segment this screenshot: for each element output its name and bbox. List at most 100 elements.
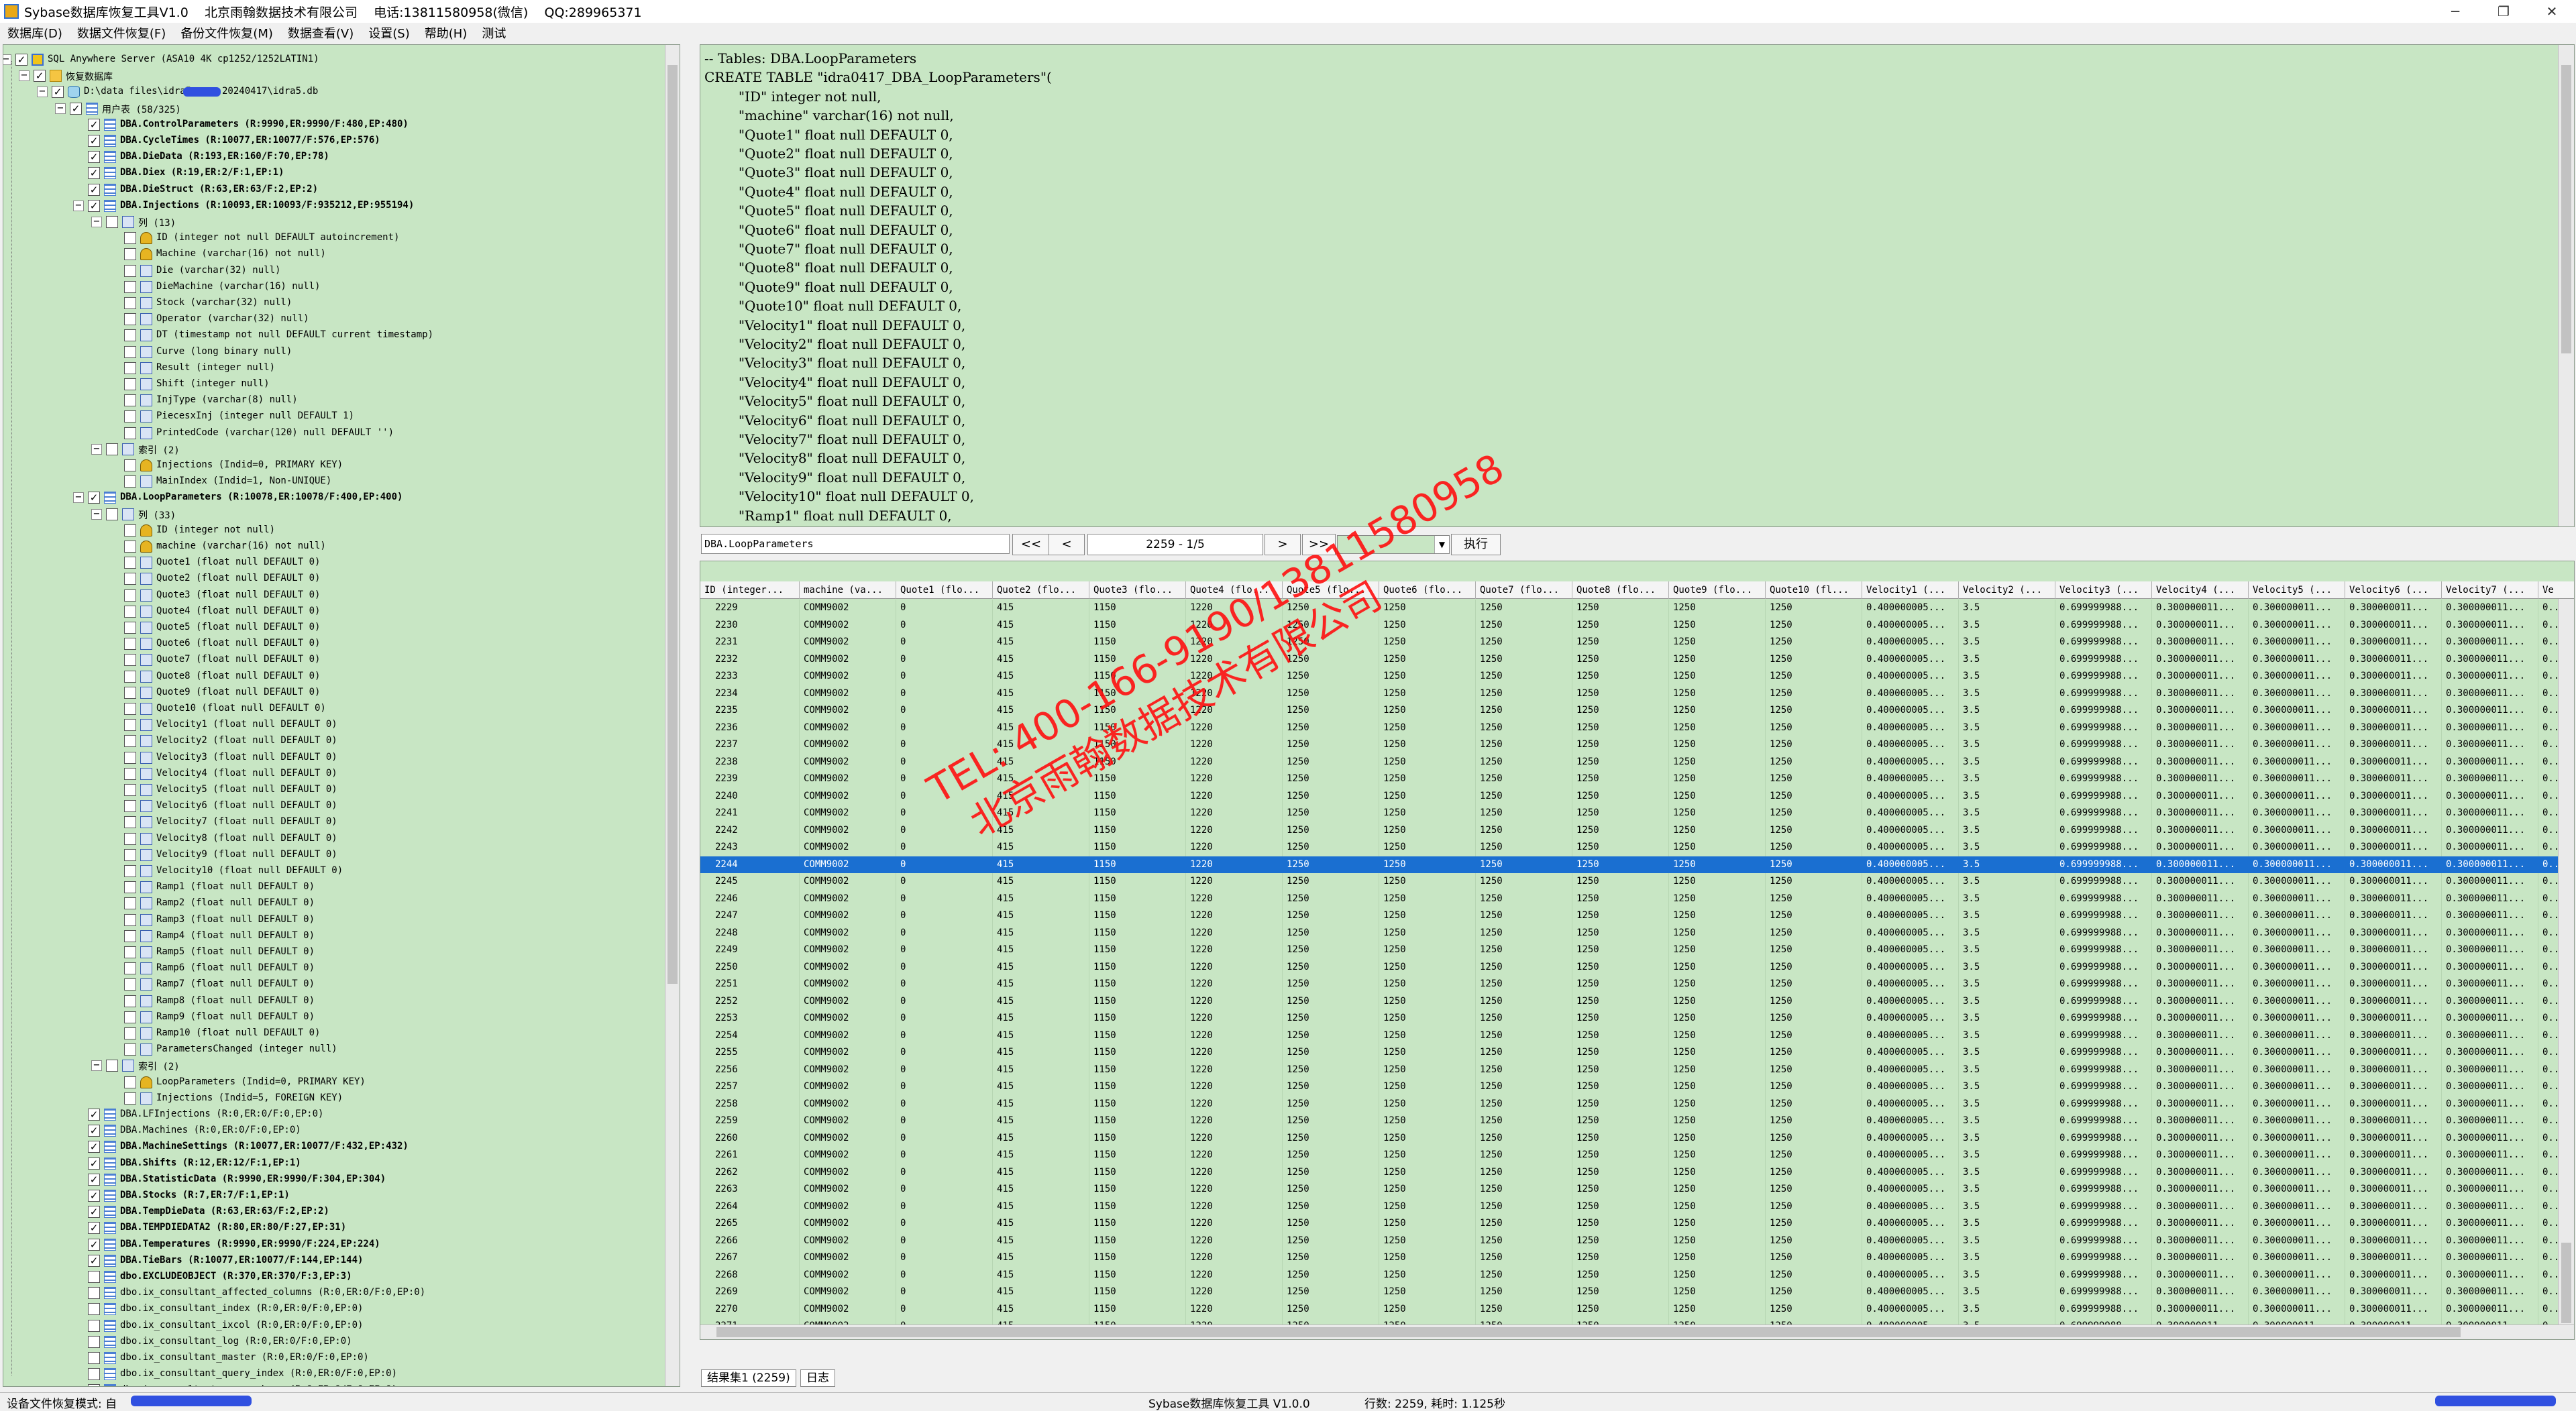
- checkbox[interactable]: [124, 946, 136, 958]
- checkbox[interactable]: [106, 443, 118, 455]
- table-row[interactable]: 2232 COMM9002 0 415 1150 1220 1250 1250 1250 1250…: [700, 651, 2574, 668]
- checkbox[interactable]: [124, 605, 136, 618]
- column-header[interactable]: Quote9 (flo...: [1669, 581, 1766, 599]
- column-header[interactable]: Quote6 (flo...: [1379, 581, 1476, 599]
- table-row[interactable]: 2231 COMM9002 0 415 1150 1220 1250 1250 1250 1250…: [700, 634, 2574, 651]
- prev-page-button[interactable]: <: [1049, 534, 1085, 555]
- close-button[interactable]: ✕: [2528, 0, 2576, 23]
- checkbox[interactable]: [124, 459, 136, 471]
- column-header[interactable]: Velocity6 (...: [2345, 581, 2442, 599]
- table-row[interactable]: 2254 COMM9002 0 415 1150 1220 1250 1250 1250 1250…: [700, 1027, 2574, 1044]
- checkbox[interactable]: [88, 1287, 100, 1300]
- checkbox[interactable]: ✓: [88, 1190, 100, 1202]
- sql-editor[interactable]: -- Tables: DBA.LoopParameters CREATE TABL…: [700, 44, 2575, 527]
- checkbox[interactable]: [124, 719, 136, 732]
- checkbox[interactable]: [124, 800, 136, 813]
- checkbox[interactable]: [124, 654, 136, 667]
- column-header[interactable]: Quote2 (flo...: [993, 581, 1089, 599]
- checkbox[interactable]: [88, 1271, 100, 1283]
- last-page-button[interactable]: >>: [1302, 534, 1336, 555]
- table-row[interactable]: 2251 COMM9002 0 415 1150 1220 1250 1250 1250 1250…: [700, 976, 2574, 993]
- checkbox[interactable]: [124, 361, 136, 374]
- checkbox[interactable]: [124, 995, 136, 1007]
- expand-toggle-icon[interactable]: −: [73, 200, 84, 211]
- table-row[interactable]: 2260 COMM9002 0 415 1150 1220 1250 1250 1250 1250…: [700, 1129, 2574, 1147]
- checkbox[interactable]: [124, 897, 136, 910]
- checkbox[interactable]: ✓: [88, 135, 100, 147]
- checkbox[interactable]: [124, 378, 136, 390]
- tab-resultset[interactable]: 结果集1 (2259): [701, 1369, 796, 1387]
- checkbox[interactable]: ✓: [52, 86, 64, 99]
- column-header[interactable]: Velocity5 (...: [2249, 581, 2345, 599]
- tree-scrollbar-thumb[interactable]: [667, 65, 678, 984]
- checkbox[interactable]: ✓: [88, 151, 100, 164]
- checkbox[interactable]: [106, 1060, 118, 1072]
- expand-toggle-icon[interactable]: −: [91, 508, 102, 520]
- table-row[interactable]: 2233 COMM9002 0 415 1150 1220 1250 1250 1250 1250…: [700, 668, 2574, 685]
- table-row[interactable]: 2269 COMM9002 0 415 1150 1220 1250 1250 1250 1250…: [700, 1284, 2574, 1301]
- checkbox[interactable]: [124, 1076, 136, 1088]
- column-header[interactable]: machine (va...: [800, 581, 896, 599]
- grid-hscroll-thumb[interactable]: [716, 1327, 2461, 1337]
- checkbox[interactable]: [124, 475, 136, 488]
- checkbox[interactable]: [124, 978, 136, 991]
- column-header[interactable]: Velocity7 (...: [2442, 581, 2538, 599]
- column-header[interactable]: Quote8 (flo...: [1572, 581, 1669, 599]
- table-row[interactable]: 2230 COMM9002 0 415 1150 1220 1250 1250 1250 1250…: [700, 616, 2574, 634]
- grid-vscroll-thumb[interactable]: [2561, 1243, 2571, 1323]
- dropdown-arrow-icon[interactable]: ▼: [1434, 536, 1449, 553]
- checkbox[interactable]: ✓: [88, 118, 100, 131]
- checkbox[interactable]: [124, 735, 136, 748]
- table-row[interactable]: 2268 COMM9002 0 415 1150 1220 1250 1250 1250 1250…: [700, 1266, 2574, 1284]
- checkbox[interactable]: [124, 962, 136, 975]
- checkbox[interactable]: ✓: [70, 102, 82, 115]
- grid-vertical-scrollbar[interactable]: [2558, 599, 2574, 1327]
- checkbox[interactable]: ✓: [88, 1157, 100, 1170]
- checkbox[interactable]: [124, 622, 136, 634]
- table-name-field[interactable]: DBA.LoopParameters: [701, 534, 1010, 554]
- table-row[interactable]: 2255 COMM9002 0 415 1150 1220 1250 1250 1250 1250…: [700, 1044, 2574, 1062]
- expand-toggle-icon[interactable]: −: [55, 103, 66, 114]
- checkbox[interactable]: [88, 1352, 100, 1364]
- table-row[interactable]: 2263 COMM9002 0 415 1150 1220 1250 1250 1250 1250…: [700, 1181, 2574, 1198]
- checkbox[interactable]: [124, 1027, 136, 1039]
- checkbox[interactable]: [124, 524, 136, 537]
- checkbox[interactable]: [124, 848, 136, 861]
- checkbox[interactable]: ✓: [88, 183, 100, 196]
- table-row[interactable]: 2243 COMM9002 0 415 1150 1220 1250 1250 1250 1250…: [700, 839, 2574, 856]
- checkbox[interactable]: [124, 232, 136, 245]
- checkbox[interactable]: [124, 264, 136, 277]
- table-row[interactable]: 2247 COMM9002 0 415 1150 1220 1250 1250 1250 1250…: [700, 907, 2574, 925]
- checkbox[interactable]: [124, 1092, 136, 1105]
- expand-toggle-icon[interactable]: −: [37, 87, 48, 98]
- checkbox[interactable]: [106, 508, 118, 520]
- checkbox[interactable]: ✓: [88, 167, 100, 180]
- checkbox[interactable]: [124, 410, 136, 423]
- tree-scrollbar[interactable]: [665, 45, 680, 1386]
- expand-toggle-icon[interactable]: −: [91, 1060, 102, 1072]
- checkbox[interactable]: [124, 832, 136, 845]
- checkbox[interactable]: [124, 881, 136, 894]
- table-row[interactable]: 2249 COMM9002 0 415 1150 1220 1250 1250 1250 1250…: [700, 942, 2574, 959]
- grid-horizontal-scrollbar[interactable]: [700, 1324, 2574, 1339]
- menu-item-1[interactable]: 数据文件恢复(F): [70, 24, 173, 42]
- table-row[interactable]: 2258 COMM9002 0 415 1150 1220 1250 1250 1250 1250…: [700, 1095, 2574, 1113]
- table-row[interactable]: 2265 COMM9002 0 415 1150 1220 1250 1250 1250 1250…: [700, 1215, 2574, 1233]
- checkbox[interactable]: [88, 1319, 100, 1332]
- checkbox[interactable]: ✓: [88, 1125, 100, 1137]
- checkbox[interactable]: [124, 248, 136, 261]
- checkbox[interactable]: ✓: [88, 1173, 100, 1186]
- tab-log[interactable]: 日志: [800, 1369, 835, 1387]
- expand-toggle-icon[interactable]: −: [73, 492, 84, 504]
- checkbox[interactable]: [88, 1303, 100, 1316]
- table-row[interactable]: 2252 COMM9002 0 415 1150 1220 1250 1250 1250 1250…: [700, 993, 2574, 1010]
- checkbox[interactable]: ✓: [34, 70, 46, 82]
- checkbox[interactable]: [124, 686, 136, 699]
- checkbox[interactable]: [124, 751, 136, 764]
- checkbox[interactable]: ✓: [15, 54, 28, 66]
- table-row[interactable]: 2267 COMM9002 0 415 1150 1220 1250 1250 1250 1250…: [700, 1249, 2574, 1267]
- checkbox[interactable]: [124, 703, 136, 715]
- table-row[interactable]: 2262 COMM9002 0 415 1150 1220 1250 1250 1250 1250…: [700, 1164, 2574, 1181]
- table-row[interactable]: 2238 COMM9002 0 415 1150 1220 1250 1250 1250 1250…: [700, 753, 2574, 771]
- checkbox[interactable]: [88, 1335, 100, 1348]
